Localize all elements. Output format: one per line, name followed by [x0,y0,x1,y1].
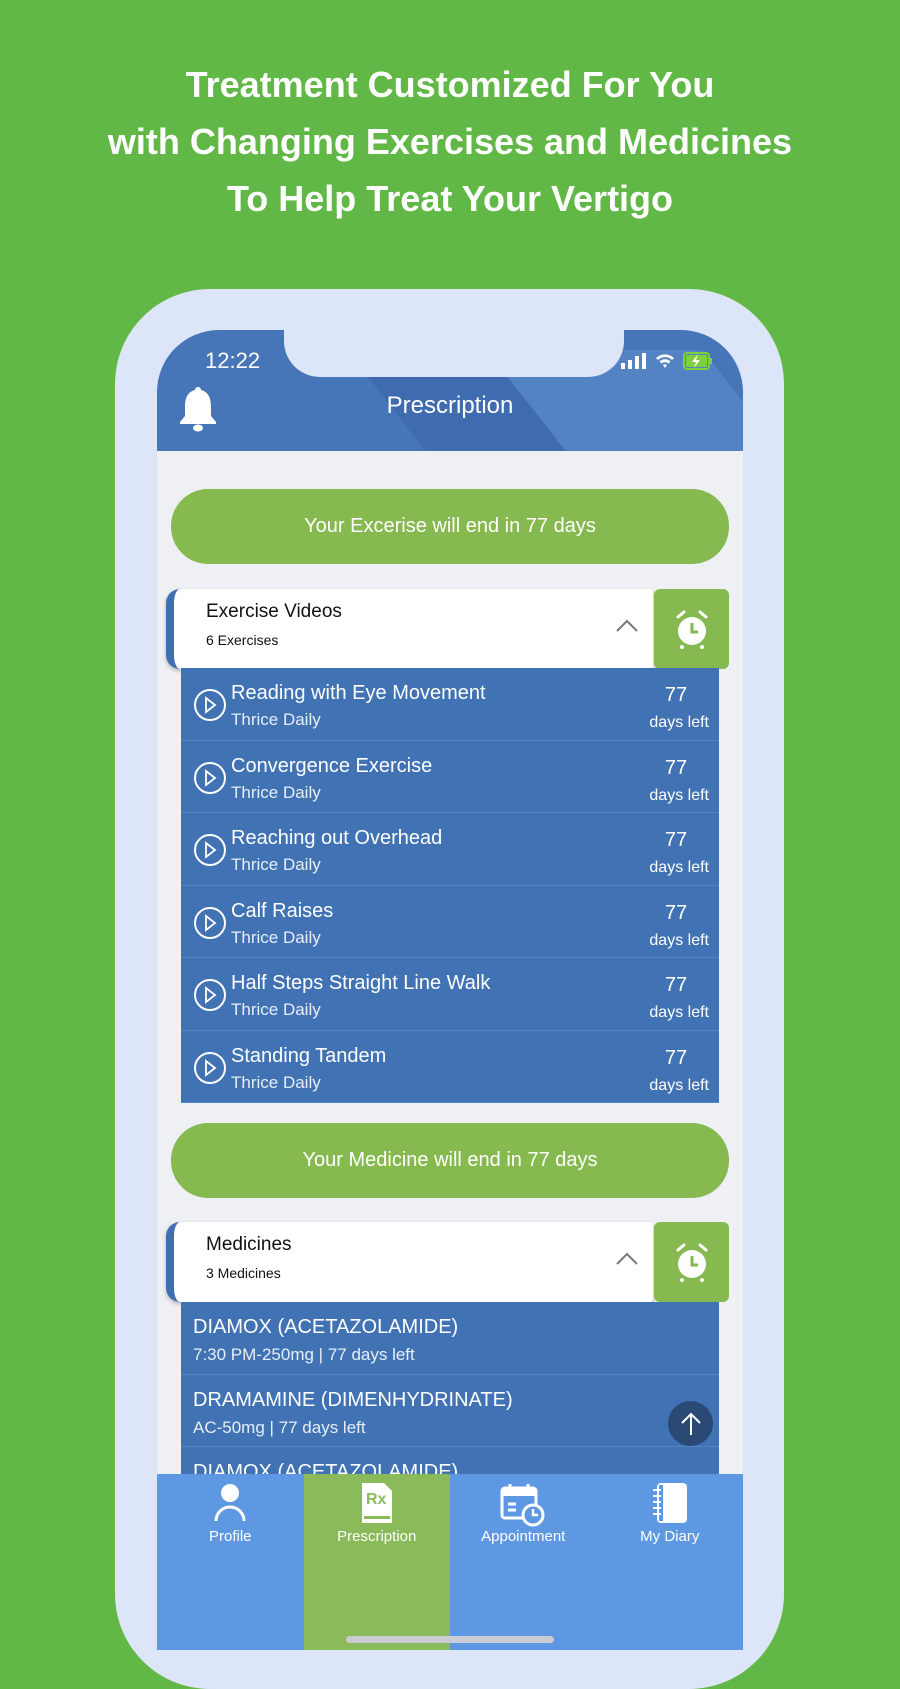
headline-line-1: Treatment Customized For You [185,64,715,105]
exercise-frequency: Thrice Daily [231,855,321,874]
exercise-frequency: Thrice Daily [231,710,321,729]
tab-label: Appointment [481,1528,566,1545]
exercise-list: Reading with Eye Movement Thrice Daily 77 d… [181,668,719,1103]
play-icon[interactable] [193,978,227,1017]
days-left-label: days left [649,1076,709,1094]
page-title: Prescription [386,392,514,419]
tab-label: My Diary [640,1528,700,1545]
svg-text:Rx: Rx [366,1491,387,1508]
days-remaining: 77 [664,756,688,779]
exercise-name: Standing Tandem [231,1044,387,1067]
battery-charging-icon [683,352,712,370]
medicine-end-banner: Your Medicine will end in 77 days [171,1123,729,1198]
exercise-end-banner: Your Excerise will end in 77 days [171,489,729,564]
exercise-videos-header[interactable]: Exercise Videos 6 Exercises [166,589,653,669]
exercise-row[interactable]: Calf Raises Thrice Daily 77 days left [181,886,719,958]
section-count: 3 Medicines [206,1265,281,1281]
exercise-alarm-button[interactable] [654,589,729,669]
headline-line-2: with Changing Exercises and Medicines [107,121,793,162]
exercise-frequency: Thrice Daily [231,1072,321,1092]
medicine-row[interactable]: DRAMAMINE (DIMENHYDRINATE) AC-50mg | 77 d… [181,1375,719,1447]
phone-screen: 12:22 Prescription Your Excerise will en… [157,330,743,1650]
play-icon[interactable] [193,906,227,945]
days-remaining: 77 [664,684,688,706]
home-indicator[interactable] [346,1636,554,1643]
signal-icon [621,353,646,369]
section-count: 6 Exercises [206,632,279,648]
days-remaining: 77 [664,1046,688,1069]
exercise-row[interactable]: Convergence Exercise Thrice Daily 77 days l… [181,741,719,813]
chevron-up-icon[interactable] [615,1252,639,1266]
headline-line-3: To Help Treat Your Vertigo [226,178,674,219]
exercise-frequency: Thrice Daily [231,927,321,947]
days-left-label: days left [649,859,709,876]
days-left-label: days left [649,1004,709,1021]
play-icon[interactable] [193,1051,227,1090]
status-icons [621,352,713,370]
alarm-clock-icon [676,1243,707,1282]
arrow-up-icon [680,1412,701,1435]
exercise-row[interactable]: Half Steps Straight Line Walk Thrice Dail… [181,958,719,1031]
medicine-detail: AC-50mg | 77 days left [193,1417,366,1437]
exercise-name: Reaching out Overhead [231,827,443,849]
chevron-up-icon[interactable] [615,619,639,633]
promo-headline: Treatment Customized For You with Changi… [0,56,900,227]
section-title: Medicines [206,1234,292,1255]
app-header: 12:22 Prescription [157,330,743,451]
medicine-alarm-button[interactable] [654,1222,729,1302]
medicine-detail: 7:30 PM-250mg | 77 days left [193,1345,415,1364]
play-icon[interactable] [193,833,227,872]
status-time: 12:22 [205,348,261,373]
play-icon[interactable] [193,688,227,727]
exercise-row[interactable]: Reading with Eye Movement Thrice Daily 77 d… [181,668,719,741]
play-icon[interactable] [193,761,227,800]
tab-label: Profile [208,1528,252,1545]
exercise-name: Convergence Exercise [231,754,433,777]
person-icon [214,1484,246,1522]
phone-notch [284,330,624,377]
medicines-header[interactable]: Medicines 3 Medicines [166,1222,653,1302]
section-title: Exercise Videos [206,601,342,622]
exercise-name: Half Steps Straight Line Walk [231,972,491,994]
tab-label: Prescription [337,1528,417,1545]
prescription-icon: Rx [361,1483,392,1523]
alarm-clock-icon [676,610,707,649]
medicine-name: DRAMAMINE (DIMENHYDRINATE) [193,1388,513,1411]
tab-my-diary[interactable]: My Diary [597,1474,744,1650]
exercise-frequency: Thrice Daily [231,1000,321,1019]
bottom-nav: Profile Rx Prescription Appointment My D… [157,1474,743,1650]
medicine-name: DIAMOX (ACETAZOLAMIDE) [193,1316,459,1338]
tab-prescription[interactable]: Rx Prescription [303,1474,450,1650]
notebook-icon [652,1483,687,1523]
medicine-list: DIAMOX (ACETAZOLAMIDE) 7:30 PM-250mg | 77… [181,1302,719,1520]
days-left-label: days left [649,786,709,804]
days-remaining: 77 [664,829,688,851]
calendar-clock-icon [500,1484,545,1527]
tab-appointment[interactable]: Appointment [450,1474,597,1650]
days-remaining: 77 [664,901,688,924]
tab-profile[interactable]: Profile [157,1474,304,1650]
days-left-label: days left [649,714,709,731]
exercise-frequency: Thrice Daily [231,782,321,802]
exercise-row[interactable]: Standing Tandem Thrice Daily 77 days left [181,1031,719,1103]
scroll-to-top-button[interactable] [668,1401,713,1446]
days-left-label: days left [649,931,709,949]
exercise-name: Reading with Eye Movement [231,682,486,704]
wifi-icon [656,354,674,368]
medicine-row[interactable]: DIAMOX (ACETAZOLAMIDE) 7:30 PM-250mg | 77… [181,1302,719,1375]
days-remaining: 77 [664,974,688,996]
exercise-name: Calf Raises [231,899,334,922]
exercise-row[interactable]: Reaching out Overhead Thrice Daily 77 days … [181,813,719,886]
